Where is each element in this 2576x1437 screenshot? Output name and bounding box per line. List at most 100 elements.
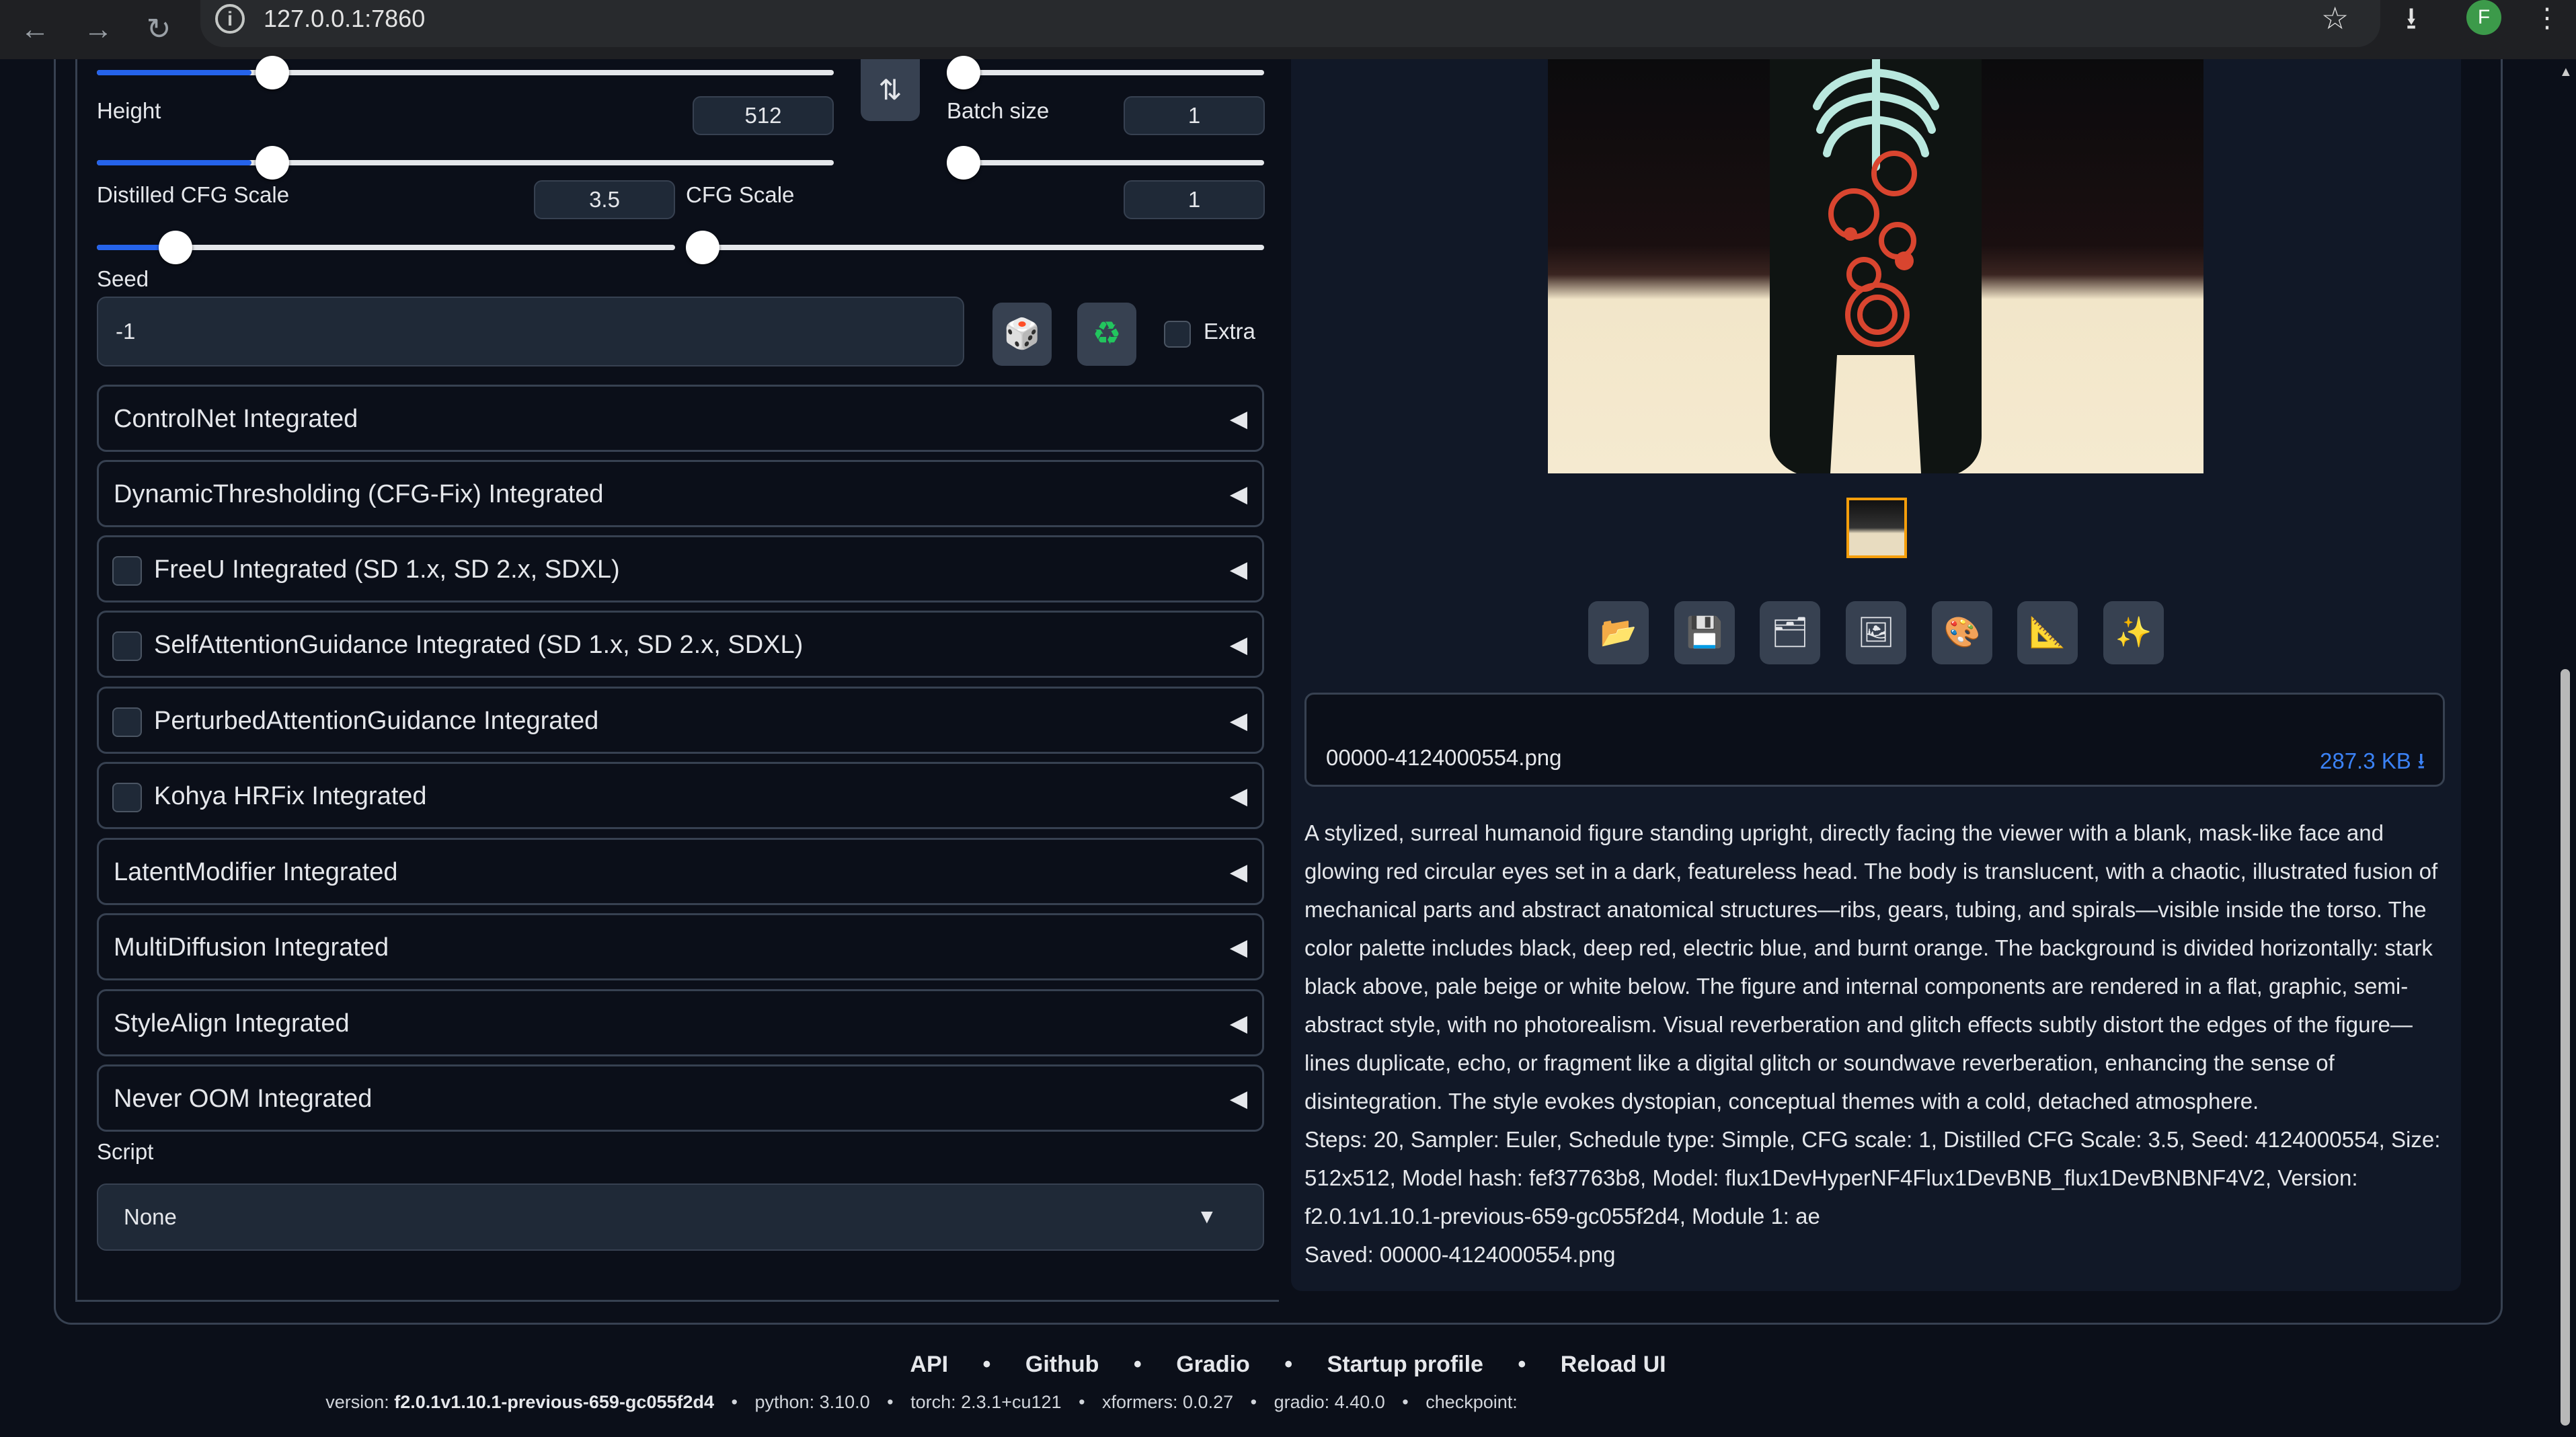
save-icon[interactable]: 💾 [1674, 601, 1735, 664]
accordion-title: FreeU Integrated (SD 1.x, SD 2.x, SDXL) [154, 555, 620, 584]
checkpoint-label: checkpoint: [1426, 1392, 1518, 1412]
gradio-link[interactable]: Gradio [1176, 1352, 1250, 1377]
back-icon[interactable]: ← [15, 12, 55, 47]
url-text[interactable]: 127.0.0.1:7860 [264, 3, 425, 35]
enable-checkbox[interactable] [112, 707, 142, 737]
accordion-title: StyleAlign Integrated [114, 1009, 350, 1038]
accordion-stylealign[interactable]: StyleAlign Integrated ◀ [97, 989, 1264, 1056]
height-input[interactable]: 512 [693, 96, 834, 135]
separator: • [1079, 1392, 1085, 1412]
extra-label: Extra [1204, 319, 1256, 344]
site-info-icon[interactable]: i [215, 4, 245, 34]
enable-checkbox[interactable] [112, 556, 142, 586]
collapse-arrow-icon[interactable]: ◀ [1230, 689, 1247, 753]
folder-icon[interactable]: 📂 [1588, 601, 1649, 664]
forward-icon[interactable]: → [78, 12, 118, 47]
collapse-arrow-icon[interactable]: ◀ [1230, 387, 1247, 451]
height-slider-thumb[interactable] [256, 146, 289, 180]
generated-image[interactable] [1548, 59, 2203, 473]
xformers-version: xformers: 0.0.27 [1102, 1392, 1234, 1412]
separator: • [982, 1352, 991, 1377]
collapse-arrow-icon[interactable]: ◀ [1230, 991, 1247, 1056]
separator: • [1402, 1392, 1409, 1412]
collapse-arrow-icon[interactable]: ◀ [1230, 537, 1247, 602]
ruler-icon[interactable]: 📐 [2017, 601, 2078, 664]
browser-menu-icon[interactable]: ⋮ [2534, 0, 2561, 36]
accordion-latent-modifier[interactable]: LatentModifier Integrated ◀ [97, 838, 1264, 905]
chevron-down-icon[interactable]: ▼ [1197, 1183, 1217, 1251]
bookmark-star-icon[interactable]: ☆ [2321, 0, 2349, 36]
archive-icon[interactable]: 🗂 [1760, 601, 1820, 664]
collapse-arrow-icon[interactable]: ◀ [1230, 613, 1247, 677]
palette-icon[interactable]: 🎨 [1932, 601, 1992, 664]
reload-icon[interactable]: ↻ [139, 12, 179, 47]
accordion-self-attention-guidance[interactable]: SelfAttentionGuidance Integrated (SD 1.x… [97, 611, 1264, 678]
collapse-arrow-icon[interactable]: ◀ [1230, 462, 1247, 527]
extra-checkbox[interactable] [1164, 321, 1191, 348]
width-slider-thumb[interactable] [256, 56, 289, 89]
distilled-cfg-input[interactable]: 3.5 [534, 180, 675, 219]
footer-links: API • Github • Gradio • Startup profile … [0, 1352, 2576, 1378]
scroll-up-icon[interactable]: ▲ [2559, 65, 2573, 80]
accordion-dynamic-thresholding[interactable]: DynamicThresholding (CFG-Fix) Integrated… [97, 460, 1264, 527]
accordion-controlnet[interactable]: ControlNet Integrated ◀ [97, 385, 1264, 452]
reload-ui-link[interactable]: Reload UI [1561, 1352, 1666, 1377]
batch-count-slider-thumb[interactable] [947, 56, 980, 89]
collapse-arrow-icon[interactable]: ◀ [1230, 1066, 1247, 1131]
reuse-seed-recycle-icon[interactable]: ♻ [1077, 303, 1136, 366]
collapse-arrow-icon[interactable]: ◀ [1230, 840, 1247, 904]
humanoid-figure-illustration [1770, 59, 1982, 473]
batch-size-input[interactable]: 1 [1124, 96, 1265, 135]
script-label: Script [97, 1139, 154, 1164]
distilled-cfg-slider-thumb[interactable] [159, 231, 192, 264]
file-download-link[interactable]: 287.3 KB ⭳ [2320, 745, 2425, 783]
accordion-title: PerturbedAttentionGuidance Integrated [154, 707, 599, 735]
profile-avatar[interactable]: F [2466, 0, 2501, 35]
image-thumbnail[interactable] [1846, 498, 1907, 558]
collapse-arrow-icon[interactable]: ◀ [1230, 915, 1247, 980]
accordion-title: SelfAttentionGuidance Integrated (SD 1.x… [154, 631, 804, 659]
separator: • [1518, 1352, 1526, 1377]
distilled-cfg-label: Distilled CFG Scale [97, 182, 290, 207]
batch-count-slider-track[interactable] [947, 70, 1264, 75]
accordion-perturbed-attention-guidance[interactable]: PerturbedAttentionGuidance Integrated ◀ [97, 687, 1264, 754]
script-dropdown[interactable]: None [97, 1183, 1264, 1251]
separator: • [1284, 1352, 1293, 1377]
batch-size-slider-track[interactable] [947, 160, 1264, 165]
separator: • [731, 1392, 738, 1412]
github-link[interactable]: Github [1025, 1352, 1099, 1377]
width-slider-track[interactable] [97, 70, 834, 75]
height-slider-track[interactable] [97, 160, 834, 165]
seed-input[interactable]: -1 [97, 297, 964, 366]
enable-checkbox[interactable] [112, 783, 142, 812]
prompt-text: A stylized, surreal humanoid figure stan… [1304, 820, 2438, 1114]
random-seed-dice-icon[interactable]: 🎲 [992, 303, 1052, 366]
download-icon[interactable]: ⭳ [2406, 0, 2417, 36]
separator: • [1133, 1352, 1142, 1377]
accordion-never-oom[interactable]: Never OOM Integrated ◀ [97, 1064, 1264, 1132]
saved-text: Saved: 00000-4124000554.png [1304, 1242, 1616, 1267]
page-scrollbar[interactable] [2561, 669, 2570, 1426]
api-link[interactable]: API [910, 1352, 948, 1377]
cfg-scale-slider-track[interactable] [702, 245, 1264, 250]
swap-dimensions-button[interactable]: ⇅ [861, 59, 920, 121]
seed-label: Seed [97, 266, 149, 291]
download-file-row [1304, 693, 2445, 787]
collapse-arrow-icon[interactable]: ◀ [1230, 764, 1247, 828]
version-info: version: f2.0.1v1.10.1-previous-659-gc05… [0, 1392, 2576, 1413]
accordion-title: LatentModifier Integrated [114, 858, 398, 886]
accordion-freeu[interactable]: FreeU Integrated (SD 1.x, SD 2.x, SDXL) … [97, 535, 1264, 603]
startup-profile-link[interactable]: Startup profile [1327, 1352, 1483, 1377]
address-bar[interactable] [200, 0, 2380, 47]
accordion-title: Kohya HRFix Integrated [154, 782, 427, 810]
accordion-multidiffusion[interactable]: MultiDiffusion Integrated ◀ [97, 913, 1264, 980]
height-label: Height [97, 98, 161, 123]
batch-size-slider-thumb[interactable] [947, 146, 980, 180]
accordion-kohya-hrfix[interactable]: Kohya HRFix Integrated ◀ [97, 762, 1264, 829]
cfg-scale-input[interactable]: 1 [1124, 180, 1265, 219]
cfg-scale-slider-thumb[interactable] [686, 231, 719, 264]
sparkle-icon[interactable]: ✨ [2103, 601, 2164, 664]
enable-checkbox[interactable] [112, 631, 142, 661]
batch-size-label: Batch size [947, 98, 1050, 123]
image-icon[interactable]: 🖼 [1846, 601, 1906, 664]
